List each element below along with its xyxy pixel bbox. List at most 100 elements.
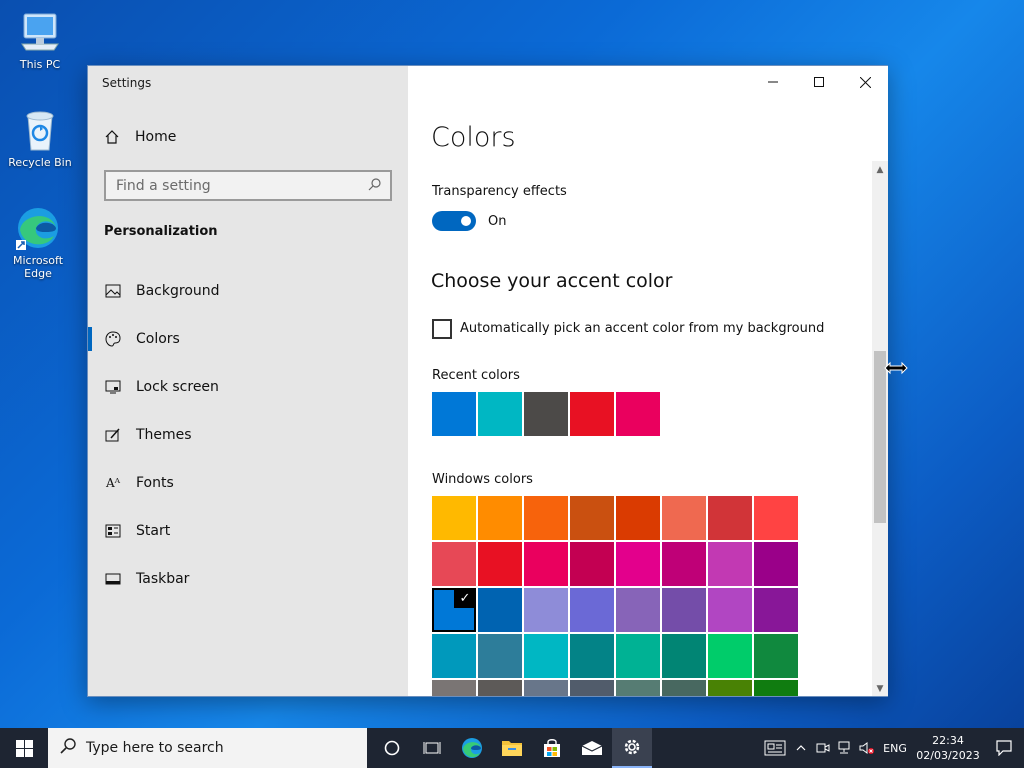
home-label: Home	[135, 129, 177, 145]
taskbar-icon	[104, 570, 122, 588]
network-icon[interactable]	[834, 728, 856, 768]
windows-color-swatch[interactable]	[754, 634, 798, 678]
scrollbar-thumb[interactable]	[874, 351, 886, 523]
windows-color-swatch[interactable]	[570, 588, 614, 632]
recent-color-swatch[interactable]	[616, 392, 660, 436]
windows-color-swatch[interactable]	[570, 680, 614, 696]
windows-color-swatch[interactable]	[616, 680, 660, 696]
windows-color-swatch[interactable]	[616, 542, 660, 586]
windows-color-swatch[interactable]	[524, 634, 568, 678]
windows-color-swatch[interactable]	[524, 542, 568, 586]
taskbar-search-box[interactable]: Type here to search	[48, 728, 367, 768]
resize-cursor-icon	[884, 360, 908, 376]
desktop-icon-edge[interactable]: Microsoft Edge	[0, 204, 78, 280]
notifications-button[interactable]	[984, 740, 1024, 756]
windows-color-swatch[interactable]	[708, 680, 752, 696]
recent-color-swatch[interactable]	[524, 392, 568, 436]
news-widget-icon[interactable]	[760, 728, 790, 768]
input-language[interactable]: ENG	[878, 742, 912, 755]
scroll-up-icon[interactable]: ▲	[872, 163, 888, 177]
palette-icon	[104, 330, 122, 348]
windows-color-swatch[interactable]	[478, 680, 522, 696]
home-nav-item[interactable]: Home	[104, 129, 176, 145]
personalization-nav: Background Colors Lock screen Themes Aᴬ …	[88, 267, 408, 603]
windows-color-swatch[interactable]	[524, 496, 568, 540]
windows-color-swatch[interactable]	[754, 588, 798, 632]
desktop-icon-label: Recycle Bin	[8, 156, 72, 169]
sidebar-item-lock-screen[interactable]: Lock screen	[88, 363, 408, 411]
recent-color-swatch[interactable]	[432, 392, 476, 436]
recent-color-swatch[interactable]	[570, 392, 614, 436]
maximize-button[interactable]	[796, 66, 842, 98]
windows-color-swatch[interactable]	[754, 542, 798, 586]
sidebar-item-taskbar[interactable]: Taskbar	[88, 555, 408, 603]
recent-colors-label: Recent colors	[432, 368, 520, 383]
windows-color-swatch[interactable]	[708, 588, 752, 632]
sidebar-item-start[interactable]: Start	[88, 507, 408, 555]
section-title: Personalization	[104, 224, 218, 239]
start-button[interactable]	[0, 728, 48, 768]
taskbar-settings-button[interactable]	[612, 728, 652, 768]
sidebar-item-colors[interactable]: Colors	[88, 315, 408, 363]
windows-color-swatch[interactable]	[432, 496, 476, 540]
windows-color-swatch[interactable]	[708, 496, 752, 540]
taskbar-edge-button[interactable]	[452, 728, 492, 768]
sidebar-item-themes[interactable]: Themes	[88, 411, 408, 459]
windows-color-swatch[interactable]	[432, 634, 476, 678]
windows-color-swatch[interactable]	[662, 588, 706, 632]
volume-muted-icon[interactable]	[856, 728, 878, 768]
recent-color-swatch[interactable]	[478, 392, 522, 436]
meet-now-icon[interactable]	[812, 728, 834, 768]
windows-color-swatch[interactable]	[570, 542, 614, 586]
cortana-button[interactable]	[372, 728, 412, 768]
windows-color-swatch[interactable]	[570, 496, 614, 540]
auto-pick-label[interactable]: Automatically pick an accent color from …	[460, 321, 824, 336]
lock-screen-icon	[104, 378, 122, 396]
transparency-label: Transparency effects	[432, 184, 567, 199]
windows-color-swatch[interactable]	[662, 634, 706, 678]
desktop-icon-recycle-bin[interactable]: Recycle Bin	[0, 106, 80, 169]
file-explorer-icon	[502, 741, 522, 756]
store-icon	[544, 739, 560, 757]
taskbar-file-explorer-button[interactable]	[492, 728, 532, 768]
windows-color-swatch[interactable]	[616, 634, 660, 678]
task-view-button[interactable]	[412, 728, 452, 768]
show-hidden-icons-chevron-icon[interactable]	[790, 728, 812, 768]
edge-icon	[462, 738, 482, 758]
find-setting-input[interactable]: Find a setting	[104, 170, 392, 201]
windows-color-swatch[interactable]	[570, 634, 614, 678]
windows-color-swatch[interactable]	[754, 496, 798, 540]
windows-color-swatch[interactable]	[662, 680, 706, 696]
windows-color-swatch[interactable]	[432, 680, 476, 696]
windows-logo-icon	[15, 739, 33, 757]
transparency-toggle[interactable]	[432, 211, 476, 231]
desktop-icon-this-pc[interactable]: This PC	[0, 8, 80, 71]
taskbar-store-button[interactable]	[532, 728, 572, 768]
windows-color-swatch[interactable]	[524, 588, 568, 632]
windows-color-swatch[interactable]	[616, 496, 660, 540]
windows-colors-grid: ✓	[432, 496, 798, 696]
windows-color-swatch[interactable]	[478, 634, 522, 678]
clock[interactable]: 22:34 02/03/2023	[912, 733, 984, 763]
taskbar-mail-button[interactable]	[572, 728, 612, 768]
windows-color-swatch[interactable]	[616, 588, 660, 632]
windows-color-swatch[interactable]: ✓	[432, 588, 476, 632]
windows-color-swatch[interactable]	[754, 680, 798, 696]
close-button[interactable]	[842, 66, 888, 98]
windows-color-swatch[interactable]	[524, 680, 568, 696]
fonts-icon: Aᴬ	[105, 476, 121, 490]
sidebar-item-fonts[interactable]: Aᴬ Fonts	[88, 459, 408, 507]
sidebar-item-background[interactable]: Background	[88, 267, 408, 315]
windows-color-swatch[interactable]	[478, 588, 522, 632]
content-scrollbar[interactable]: ▲ ▼	[872, 161, 888, 696]
windows-color-swatch[interactable]	[708, 542, 752, 586]
windows-color-swatch[interactable]	[432, 542, 476, 586]
windows-color-swatch[interactable]	[708, 634, 752, 678]
auto-pick-checkbox[interactable]	[432, 319, 452, 339]
windows-color-swatch[interactable]	[478, 496, 522, 540]
windows-color-swatch[interactable]	[662, 542, 706, 586]
windows-color-swatch[interactable]	[662, 496, 706, 540]
scroll-down-icon[interactable]: ▼	[872, 682, 888, 696]
windows-color-swatch[interactable]	[478, 542, 522, 586]
minimize-button[interactable]	[750, 66, 796, 98]
